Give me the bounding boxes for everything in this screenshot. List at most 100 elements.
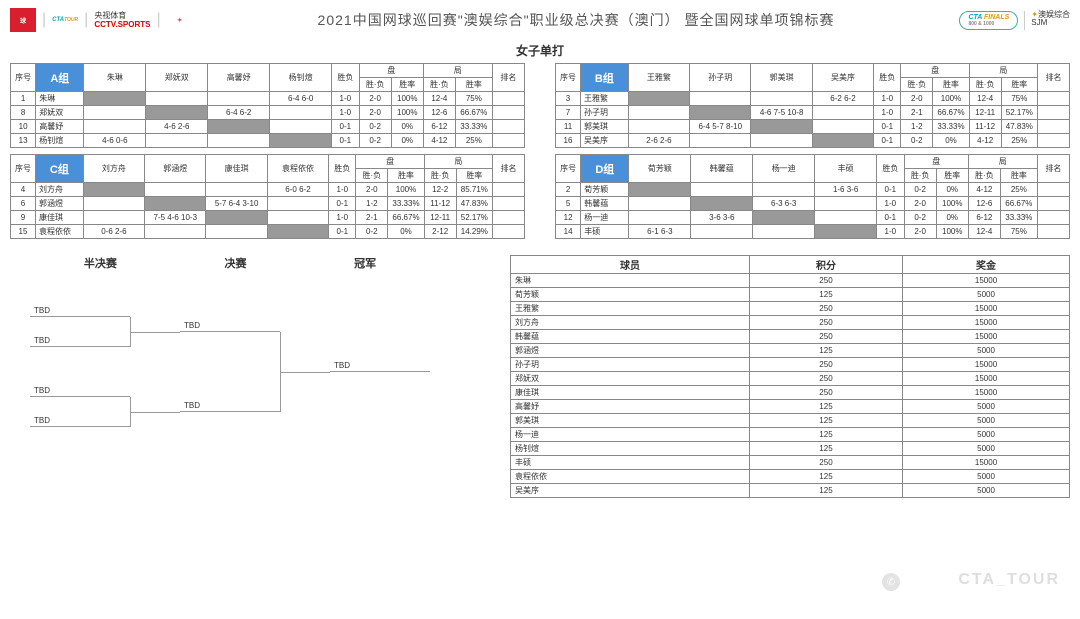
score-cell bbox=[690, 92, 751, 106]
col-game: 局 bbox=[424, 155, 492, 169]
group-name: A组 bbox=[36, 64, 84, 92]
player-name: 荀芳颖 bbox=[581, 183, 629, 197]
score-cell bbox=[691, 225, 753, 239]
right-logos: CTA FINALS800 & 1000 ✦澳娱综合SJM bbox=[959, 11, 1070, 30]
player-name: 郑妩双 bbox=[36, 106, 84, 120]
sf-slot: TBD bbox=[30, 385, 130, 397]
label-champion: 冠军 bbox=[354, 255, 376, 271]
col-rank: 排名 bbox=[492, 64, 524, 92]
score-cell: 6-3 6-3 bbox=[753, 197, 815, 211]
score-cell bbox=[206, 225, 267, 239]
prize-row: 郭美琪1255000 bbox=[511, 414, 1070, 428]
score-cell bbox=[751, 120, 812, 134]
score-cell bbox=[208, 120, 270, 134]
group-row: 3王雅繁6-2 6-21-02-0100%12-475% bbox=[556, 92, 1070, 106]
logo-strip: 球| CTATOUR| 央视体育CCTV.SPORTS| ✦ bbox=[10, 8, 193, 32]
player-name: 杨钊煊 bbox=[36, 134, 84, 148]
col-set: 盘 bbox=[359, 64, 423, 78]
score-cell bbox=[815, 225, 877, 239]
score-cell: 4-6 2-6 bbox=[146, 120, 208, 134]
score-cell bbox=[146, 134, 208, 148]
player-name: 刘方舟 bbox=[36, 183, 84, 197]
score-cell bbox=[270, 106, 332, 120]
score-cell bbox=[815, 211, 877, 225]
score-cell bbox=[83, 211, 144, 225]
group-row: 14丰硕6-1 6-31-02-0100%12-475% bbox=[556, 225, 1070, 239]
col-rank: 排名 bbox=[1037, 155, 1069, 183]
logo-sjm: ✦澳娱综合SJM bbox=[1024, 11, 1070, 30]
prize-row: 丰硕25015000 bbox=[511, 456, 1070, 470]
score-cell bbox=[208, 92, 270, 106]
group-row: 1朱琳6-4 6-01-02-0100%12-475% bbox=[11, 92, 525, 106]
score-cell bbox=[267, 225, 328, 239]
score-cell: 1-6 3-6 bbox=[815, 183, 877, 197]
group-row: 7孙子玥4-6 7-5 10-81-02-166.67%12-1152.17% bbox=[556, 106, 1070, 120]
subtitle: 女子单打 bbox=[0, 42, 1080, 59]
score-cell: 6-4 5-7 8-10 bbox=[690, 120, 751, 134]
score-cell bbox=[812, 120, 873, 134]
elimination-bracket: 半决赛 决赛 冠军 TBD TBD TBD TBD TBD TBD TBD bbox=[10, 255, 450, 475]
score-cell bbox=[629, 197, 691, 211]
score-cell bbox=[691, 197, 753, 211]
score-cell bbox=[145, 183, 206, 197]
group-table: 序号C组刘方舟郭涵煜康佳琪袁程依依胜负盘局排名胜·负胜率胜·负胜率4刘方舟6-0… bbox=[10, 154, 525, 239]
score-cell bbox=[146, 106, 208, 120]
score-cell bbox=[629, 183, 691, 197]
group-row: 12杨一迪3-6 3-60-10-20%6-1233.33% bbox=[556, 211, 1070, 225]
col-player: 郑妩双 bbox=[146, 64, 208, 92]
col-player: 袁程依依 bbox=[267, 155, 328, 183]
score-cell: 3-6 3-6 bbox=[691, 211, 753, 225]
prize-row: 郑妩双25015000 bbox=[511, 372, 1070, 386]
bottom-section: 半决赛 决赛 冠军 TBD TBD TBD TBD TBD TBD TBD 球员… bbox=[0, 255, 1080, 504]
wechat-icon: ✆ bbox=[882, 573, 900, 591]
score-cell: 6-4 6-0 bbox=[270, 92, 332, 106]
col-set: 盘 bbox=[904, 155, 968, 169]
group-table: 序号D组荀芳颖韩馨蕴杨一迪丰硕胜负盘局排名胜·负胜率胜·负胜率2荀芳颖1-6 3… bbox=[555, 154, 1070, 239]
player-name: 高馨妤 bbox=[36, 120, 84, 134]
score-cell bbox=[753, 211, 815, 225]
col-player: 韩馨蕴 bbox=[691, 155, 753, 183]
score-cell bbox=[815, 197, 877, 211]
group-name: C组 bbox=[36, 155, 84, 183]
score-cell bbox=[690, 106, 751, 120]
header: 球| CTATOUR| 央视体育CCTV.SPORTS| ✦ 2021中国网球巡… bbox=[0, 0, 1080, 40]
prize-row: 朱琳25015000 bbox=[511, 274, 1070, 288]
col-wl: 胜负 bbox=[329, 155, 356, 183]
score-cell bbox=[83, 197, 144, 211]
prize-row: 康佳琪25015000 bbox=[511, 386, 1070, 400]
col-points: 积分 bbox=[749, 256, 902, 274]
group-row: 5韩馨蕴6-3 6-31-02-0100%12-666.67% bbox=[556, 197, 1070, 211]
score-cell bbox=[270, 120, 332, 134]
prize-row: 袁程依依1255000 bbox=[511, 470, 1070, 484]
f-slot: TBD bbox=[180, 320, 280, 332]
player-name: 吴美序 bbox=[581, 134, 629, 148]
col-wl: 胜负 bbox=[332, 64, 360, 92]
score-cell: 7-5 4-6 10-3 bbox=[145, 211, 206, 225]
group-row: 16吴美序2-6 2-60-10-20%4-1225% bbox=[556, 134, 1070, 148]
prize-row: 孙子玥25015000 bbox=[511, 358, 1070, 372]
sf-slot: TBD bbox=[30, 415, 130, 427]
prize-row: 高馨妤1255000 bbox=[511, 400, 1070, 414]
col-player: 王雅繁 bbox=[628, 64, 689, 92]
score-cell: 6-2 6-2 bbox=[812, 92, 873, 106]
prize-row: 吴美序1255000 bbox=[511, 484, 1070, 498]
col-wl: 胜负 bbox=[874, 64, 901, 92]
prize-row: 王雅繁25015000 bbox=[511, 302, 1070, 316]
player-name: 郭涵煜 bbox=[36, 197, 84, 211]
group-table: 序号A组朱琳郑妩双高馨妤杨钊煊胜负盘局排名胜·负胜率胜·负胜率1朱琳6-4 6-… bbox=[10, 63, 525, 148]
player-name: 丰硕 bbox=[581, 225, 629, 239]
score-cell bbox=[267, 197, 328, 211]
score-cell bbox=[629, 211, 691, 225]
logo-org: 球 bbox=[10, 8, 36, 32]
c-slot: TBD bbox=[330, 360, 430, 372]
col-player: 刘方舟 bbox=[83, 155, 144, 183]
score-cell: 4-6 0-6 bbox=[84, 134, 146, 148]
col-seq: 序号 bbox=[556, 64, 581, 92]
group-row: 8郑妩双6-4 6-21-02-0100%12-666.67% bbox=[11, 106, 525, 120]
col-player: 杨一迪 bbox=[753, 155, 815, 183]
score-cell bbox=[267, 211, 328, 225]
player-name: 郭美琪 bbox=[581, 120, 629, 134]
score-cell bbox=[753, 225, 815, 239]
col-player: 郭涵煜 bbox=[145, 155, 206, 183]
score-cell bbox=[146, 92, 208, 106]
